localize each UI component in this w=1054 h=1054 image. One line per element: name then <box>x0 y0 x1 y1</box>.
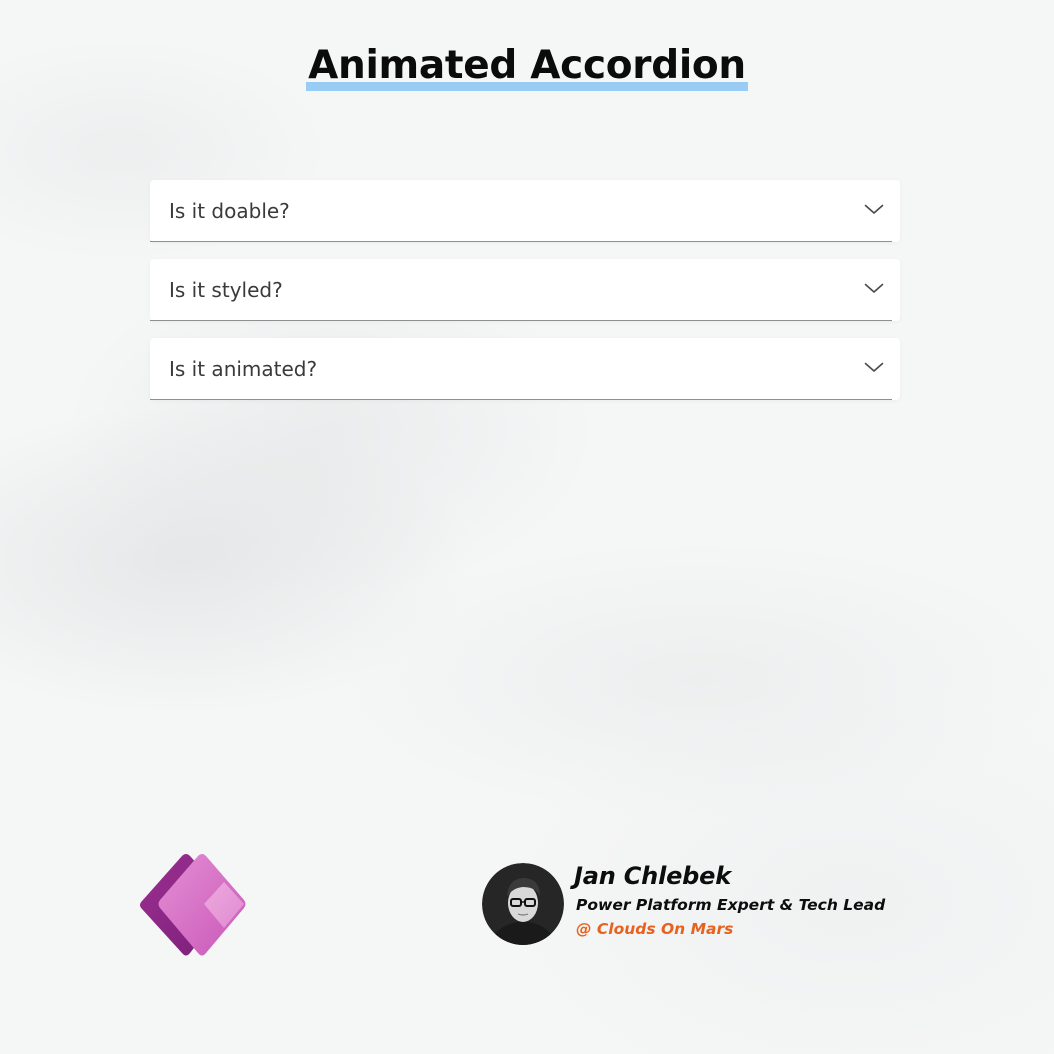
page-title: Animated Accordion <box>306 40 748 92</box>
accordion-item-label: Is it doable? <box>169 199 290 223</box>
author-avatar <box>482 863 564 945</box>
accordion-item-label: Is it styled? <box>169 278 283 302</box>
author-card: Jan Chlebek Power Platform Expert & Tech… <box>482 862 886 946</box>
accordion: Is it doable? Is it styled? Is it animat… <box>150 180 900 417</box>
author-role: Power Platform Expert & Tech Lead <box>576 896 886 914</box>
author-company: @ Clouds On Mars <box>576 920 734 938</box>
page-title-text: Animated Accordion <box>308 43 746 88</box>
accordion-item-animated[interactable]: Is it animated? <box>150 338 900 400</box>
power-apps-logo-icon <box>140 854 246 956</box>
author-name: Jan Chlebek <box>574 862 731 890</box>
accordion-item-styled[interactable]: Is it styled? <box>150 259 900 321</box>
chevron-down-icon[interactable] <box>864 202 884 216</box>
chevron-down-icon[interactable] <box>864 281 884 295</box>
accordion-item-doable[interactable]: Is it doable? <box>150 180 900 242</box>
title-container: Animated Accordion <box>0 40 1054 92</box>
accordion-item-label: Is it animated? <box>169 357 318 381</box>
chevron-down-icon[interactable] <box>864 360 884 374</box>
